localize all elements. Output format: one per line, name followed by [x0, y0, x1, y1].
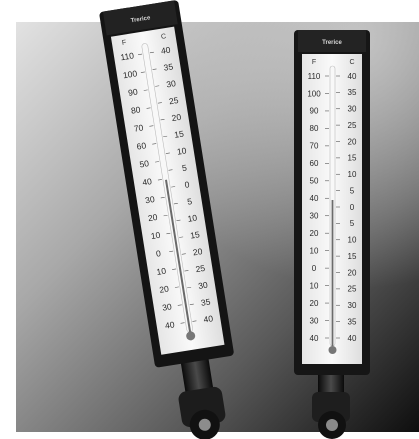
left_thermometer-c-label: 10	[187, 212, 198, 223]
right_thermometer-c-label: 25	[348, 121, 357, 130]
right_thermometer-f-label: 10	[310, 246, 319, 255]
left_thermometer-c-label: 15	[190, 229, 201, 240]
right_thermometer-f-label: 10	[310, 281, 319, 290]
right_thermometer-f-label: 50	[310, 177, 319, 186]
right_thermometer-f-label: 70	[310, 142, 319, 151]
right_thermometer-c-label: 40	[348, 72, 357, 81]
left_thermometer-f-label: 10	[156, 266, 167, 277]
right_thermometer-c-label: 5	[350, 219, 355, 228]
left_thermometer-f-label: 40	[142, 176, 153, 187]
left_thermometer-f-label: 30	[144, 194, 155, 205]
left_thermometer-f-label: 90	[127, 86, 138, 97]
right_thermometer-c-label: 40	[348, 334, 357, 343]
left_thermometer-f-label: 80	[130, 104, 141, 115]
left_thermometer-c-label: 15	[174, 129, 185, 140]
right_thermometer-c-label: 25	[348, 285, 357, 294]
left_thermometer-f-label: 50	[139, 158, 150, 169]
left_thermometer-f-label: 10	[150, 230, 161, 241]
right_thermometer-f-label: 30	[310, 316, 319, 325]
right_thermometer-c-label: 35	[348, 88, 357, 97]
right_thermometer-c-label: 35	[348, 317, 357, 326]
right-bulb	[328, 346, 337, 354]
left_thermometer-f-label: 20	[147, 212, 158, 223]
right_thermometer-c-label: 30	[348, 105, 357, 114]
left_thermometer-c-label: 40	[160, 45, 171, 56]
right_thermometer-c-label: 15	[348, 252, 357, 261]
left_thermometer-f-label: 60	[136, 140, 147, 151]
right-unit-f: F	[312, 59, 316, 66]
right_thermometer-f-label: 30	[310, 212, 319, 221]
left_thermometer-c-label: 30	[197, 280, 208, 291]
right_thermometer-c-label: 30	[348, 301, 357, 310]
right_thermometer-f-label: 20	[310, 229, 319, 238]
left_thermometer-f-label: 110	[120, 50, 135, 62]
left_thermometer-c-label: 20	[171, 112, 182, 123]
left_thermometer-c-label: 35	[200, 296, 211, 307]
right_thermometer-c-label: 5	[350, 186, 355, 195]
left_thermometer-f-label: 30	[161, 301, 172, 312]
left-unit-c: C	[161, 33, 167, 41]
right_thermometer-f-label: 0	[312, 264, 317, 273]
right_thermometer-f-label: 40	[310, 334, 319, 343]
right-liquid-column	[331, 200, 334, 346]
right_thermometer-f-label: 100	[307, 89, 321, 98]
right_thermometer-f-label: 110	[308, 72, 321, 81]
thermometers-photo: Trerice F C 1101009080706050403020100102…	[16, 0, 419, 439]
right_thermometer-f-label: 60	[310, 159, 319, 168]
right_thermometer-f-label: 20	[310, 299, 319, 308]
right-brand: Trerice	[322, 40, 342, 46]
right_thermometer-c-label: 10	[348, 170, 357, 179]
right_thermometer-c-label: 15	[348, 154, 357, 163]
left_thermometer-f-label: 40	[164, 319, 175, 330]
left_thermometer-c-label: 10	[176, 145, 187, 156]
left_thermometer-f-label: 20	[159, 283, 170, 294]
left_thermometer-c-label: 40	[203, 313, 214, 324]
right-unit-c: C	[349, 59, 354, 66]
right_thermometer-c-label: 0	[350, 203, 355, 212]
left_thermometer-c-label: 30	[166, 78, 177, 89]
right_thermometer-c-label: 10	[348, 236, 357, 245]
right_thermometer-f-label: 40	[310, 194, 319, 203]
left_thermometer-c-label: 25	[195, 263, 206, 274]
right_thermometer-f-label: 80	[310, 124, 319, 133]
left_thermometer-c-label: 25	[168, 95, 179, 106]
left_thermometer-c-label: 35	[163, 61, 174, 72]
left_thermometer-f-label: 70	[133, 122, 144, 133]
right_thermometer-c-label: 20	[348, 268, 357, 277]
right_thermometer-f-label: 90	[310, 107, 319, 116]
left_thermometer-c-label: 20	[192, 246, 203, 257]
right_thermometer-c-label: 20	[348, 137, 357, 146]
